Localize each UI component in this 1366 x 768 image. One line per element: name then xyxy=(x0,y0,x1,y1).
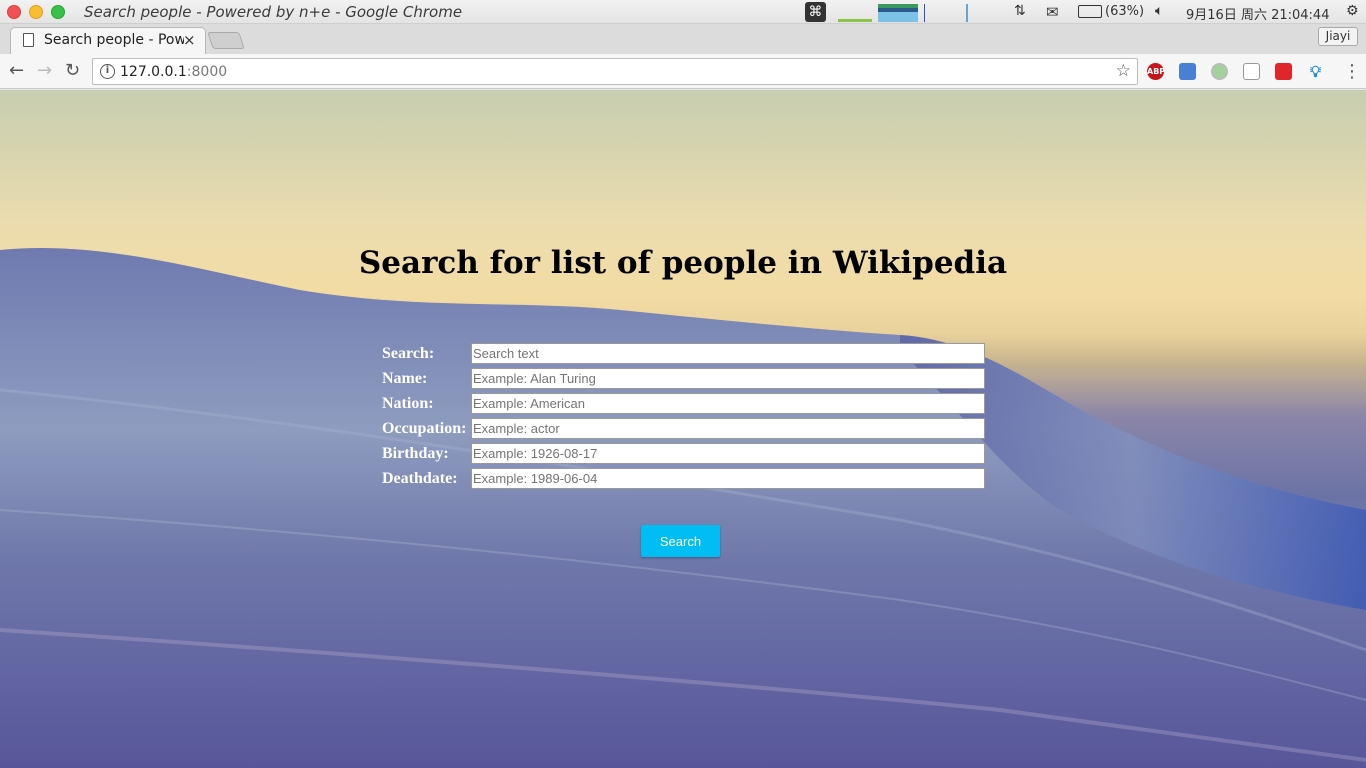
birthday-input[interactable] xyxy=(471,443,985,464)
birthday-row: Birthday: xyxy=(382,442,986,467)
name-label: Name: xyxy=(382,370,428,387)
occupation-label: Occupation: xyxy=(382,420,467,437)
nation-label: Nation: xyxy=(382,395,434,412)
extension-sketch-icon[interactable] xyxy=(1243,63,1260,80)
window-close-button[interactable] xyxy=(7,5,21,19)
birthday-label: Birthday: xyxy=(382,445,449,462)
search-row: Search: xyxy=(382,342,986,367)
back-arrow-icon[interactable]: ← xyxy=(9,60,24,81)
info-icon[interactable]: i xyxy=(100,64,115,79)
address-bar[interactable]: i 127.0.0.1:8000 ☆ xyxy=(92,58,1138,85)
system-settings-icon[interactable]: ⚙ xyxy=(1346,3,1359,19)
nation-row: Nation: xyxy=(382,392,986,417)
occupation-row: Occupation: xyxy=(382,417,986,442)
url-host: 127.0.0.1 xyxy=(120,64,187,80)
search-label: Search: xyxy=(382,345,435,362)
browser-toolbar: ← → ↻ i 127.0.0.1:8000 ☆ ABP 💡︎ ⋮ xyxy=(0,54,1366,89)
nation-input[interactable] xyxy=(471,393,985,414)
google-translate-icon[interactable] xyxy=(1179,63,1196,80)
network-transfer-icon[interactable]: ⇅ xyxy=(1014,3,1026,19)
tab-strip: Search people - Powered by n+e × Jiayi xyxy=(0,24,1366,54)
battery-percentage: (63%) xyxy=(1105,4,1145,19)
page-title: Search for list of people in Wikipedia xyxy=(358,245,1008,281)
lightbulb-icon[interactable]: 💡︎ xyxy=(1307,63,1324,80)
window-maximize-button[interactable] xyxy=(51,5,65,19)
disk-monitor-graph[interactable] xyxy=(966,4,968,22)
extension-red-icon[interactable] xyxy=(1275,63,1292,80)
adblock-plus-icon[interactable]: ABP xyxy=(1147,63,1165,80)
profile-button[interactable]: Jiayi xyxy=(1318,27,1358,46)
page-icon xyxy=(23,33,34,47)
command-key-icon[interactable]: ⌘ xyxy=(805,2,826,22)
forward-arrow-icon[interactable]: → xyxy=(37,60,52,81)
new-tab-button[interactable] xyxy=(207,32,245,49)
tab-title: Search people - Powered by n+e xyxy=(44,32,184,48)
mail-icon[interactable]: ✉ xyxy=(1046,3,1059,21)
search-button[interactable]: Search xyxy=(641,525,720,557)
window-title: Search people - Powered by n+e - Google … xyxy=(84,3,463,21)
volume-icon[interactable]: 🔈︎ xyxy=(1155,3,1163,19)
name-row: Name: xyxy=(382,367,986,392)
extension-circle-icon[interactable] xyxy=(1211,63,1228,80)
system-clock[interactable]: 9月16日 周六 21:04:44 xyxy=(1186,4,1329,23)
occupation-input[interactable] xyxy=(471,418,985,439)
reload-icon[interactable]: ↻ xyxy=(65,60,80,81)
name-input[interactable] xyxy=(471,368,985,389)
deathdate-label: Deathdate: xyxy=(382,470,458,487)
deathdate-input[interactable] xyxy=(471,468,985,489)
cpu-monitor-graph[interactable] xyxy=(838,4,872,22)
page-content: Search for list of people in Wikipedia S… xyxy=(0,90,1366,768)
url-port: :8000 xyxy=(186,64,228,80)
chrome-menu-icon[interactable]: ⋮ xyxy=(1343,61,1361,82)
url-text[interactable]: 127.0.0.1:8000 xyxy=(120,64,227,80)
deathdate-row: Deathdate: xyxy=(382,467,986,492)
bookmark-star-icon[interactable]: ☆ xyxy=(1116,61,1131,81)
close-tab-icon[interactable]: × xyxy=(183,31,196,49)
window-minimize-button[interactable] xyxy=(29,5,43,19)
search-input[interactable] xyxy=(471,343,985,364)
memory-monitor-graph[interactable] xyxy=(878,4,918,22)
system-title-bar: Search people - Powered by n+e - Google … xyxy=(0,0,1366,24)
battery-icon[interactable] xyxy=(1078,5,1102,18)
network-monitor-graph[interactable] xyxy=(924,4,954,22)
tab-search-people[interactable]: Search people - Powered by n+e × xyxy=(10,27,206,54)
